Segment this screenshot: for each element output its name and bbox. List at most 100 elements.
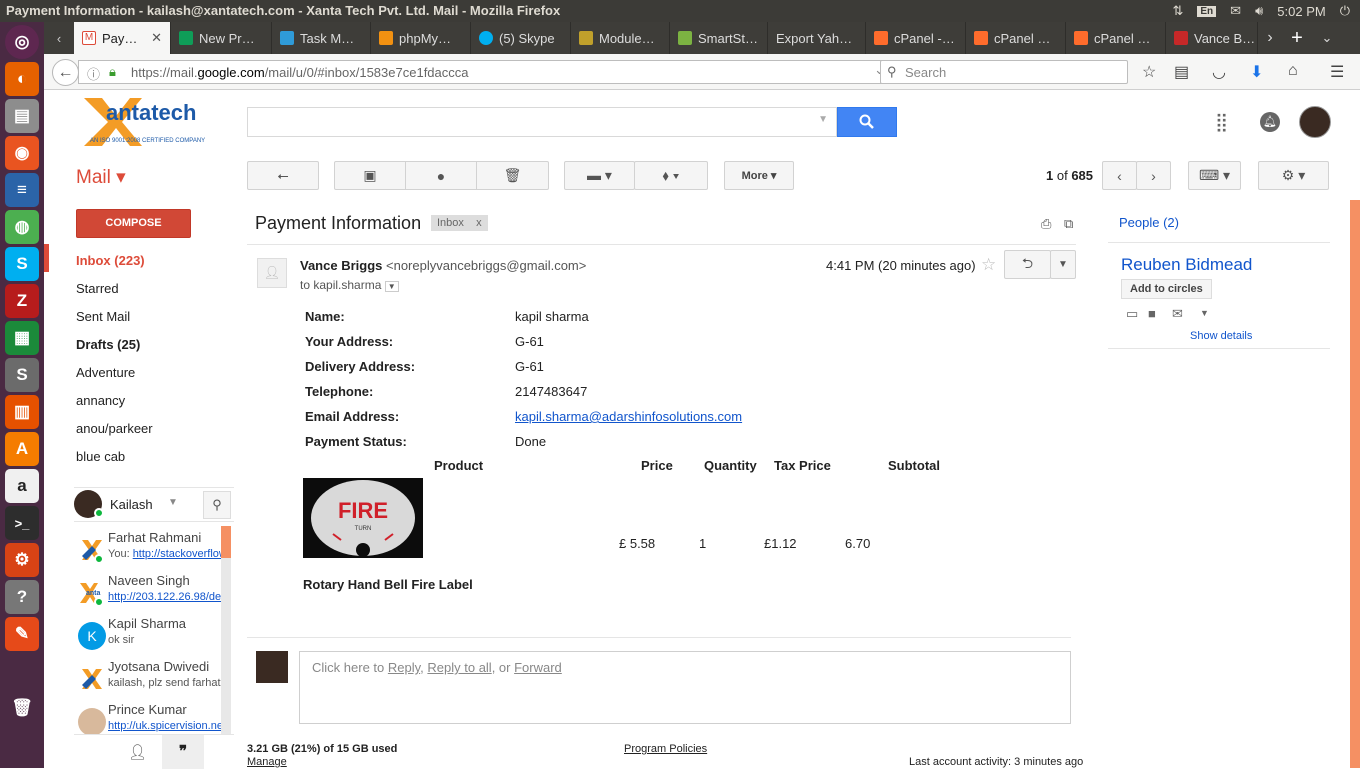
tab-scroll-right-icon[interactable]: › — [1258, 29, 1282, 47]
older-button[interactable]: › — [1136, 161, 1171, 190]
software-center-icon[interactable]: A — [5, 432, 39, 466]
person-icon[interactable]: 👤︎ — [128, 743, 147, 761]
menu-icon[interactable]: ☰ — [1330, 62, 1344, 82]
info-icon[interactable]: ⓘ — [87, 64, 100, 83]
more-actions-button[interactable]: ▼ — [1050, 250, 1076, 279]
browser-tab[interactable]: (5) Skype — [471, 22, 571, 54]
chrome-icon[interactable]: ◍ — [5, 210, 39, 244]
inbox-label-chip[interactable]: Inbox x — [431, 215, 488, 231]
keyboard-layout-indicator[interactable]: En — [1197, 5, 1217, 17]
account-avatar[interactable] — [1299, 106, 1331, 138]
browser-tab[interactable]: New Pr… — [171, 22, 272, 54]
chevron-down-icon[interactable]: ▼ — [1200, 308, 1209, 318]
forward-link[interactable]: Forward — [514, 660, 562, 675]
nav-item-blue-cab[interactable]: blue cab — [76, 449, 125, 464]
add-to-circles-button[interactable]: Add to circles — [1121, 279, 1212, 299]
mail-menu[interactable]: Mail ▾ — [76, 166, 126, 189]
browser-tab[interactable]: cPanel … — [1066, 22, 1166, 54]
terminal-icon[interactable]: >_ — [5, 506, 39, 540]
mail-icon[interactable]: ✉ — [1230, 3, 1241, 19]
sort-icon[interactable]: ⇅ — [1172, 3, 1183, 19]
chat-icon[interactable]: ▭ — [1126, 306, 1138, 322]
browser-tab[interactable]: Export Yah… — [768, 22, 866, 54]
nav-item-adventure[interactable]: Adventure — [76, 365, 135, 380]
print-icon[interactable]: ⎙ — [1041, 216, 1051, 232]
tab-list-icon[interactable]: ⌄ — [1312, 30, 1342, 46]
skype-icon[interactable]: S — [5, 247, 39, 281]
notifications-icon[interactable]: 🔔︎ — [1260, 112, 1280, 132]
browser-search-field[interactable]: ⚲ Search — [880, 60, 1128, 84]
chat-message-link[interactable]: http://stackoverflow — [133, 548, 223, 560]
email-link[interactable]: kapil.sharma@adarshinfosolutions.com — [515, 409, 742, 424]
download-icon[interactable]: ⬇ — [1250, 62, 1263, 82]
browser-tab[interactable]: phpMy… — [371, 22, 471, 54]
browser-tab[interactable]: Task M… — [272, 22, 371, 54]
manage-storage-link[interactable]: Manage — [247, 756, 287, 768]
archive-button[interactable]: ▣ — [334, 161, 406, 190]
gmail-search-button[interactable] — [837, 107, 897, 137]
delete-button[interactable]: 🗑︎ — [476, 161, 549, 190]
sender-name[interactable]: Vance Briggs — [300, 258, 382, 273]
settings-icon[interactable]: ⚙ — [5, 543, 39, 577]
reading-list-icon[interactable]: ▤ — [1174, 62, 1189, 82]
ubuntu-dash-icon[interactable]: ◎ — [5, 25, 39, 59]
email-icon[interactable]: ✉ — [1172, 306, 1183, 322]
chat-message-link[interactable]: http://203.122.26.98/dev — [108, 591, 223, 603]
nav-item-annancy[interactable]: annancy — [76, 393, 125, 408]
power-icon[interactable]: ⏻ — [1340, 3, 1350, 19]
input-tools-button[interactable]: ⌨ ▾ — [1188, 161, 1241, 190]
home-icon[interactable]: ⌂ — [1288, 62, 1298, 80]
nav-item-inbox[interactable]: Inbox (223) — [76, 253, 145, 268]
move-to-button[interactable]: ▬ ▾ — [564, 161, 635, 190]
browser-tab-active[interactable]: M Pay… ✕ — [74, 22, 171, 54]
report-spam-button[interactable]: ● — [405, 161, 477, 190]
browser-tab[interactable]: cPanel … — [966, 22, 1066, 54]
filezilla-icon[interactable]: Z — [5, 284, 39, 318]
impress-icon[interactable]: ▥ — [5, 395, 39, 429]
pocket-icon[interactable]: ◡ — [1212, 62, 1226, 82]
show-details-link[interactable]: Show details — [1190, 330, 1252, 342]
calc-icon[interactable]: ▦ — [5, 321, 39, 355]
remove-label-icon[interactable]: x — [476, 217, 482, 229]
compose-button[interactable]: COMPOSE — [76, 209, 191, 238]
nav-item-anou-parkeer[interactable]: anou/parkeer — [76, 421, 153, 436]
new-tab-icon[interactable]: + — [1282, 27, 1312, 50]
more-button[interactable]: More ▾ — [724, 161, 794, 190]
close-tab-icon[interactable]: ✕ — [151, 30, 162, 46]
reply-box[interactable]: Click here to Reply, Reply to all, or Fo… — [299, 651, 1071, 724]
apps-grid-icon[interactable]: ⣿ — [1215, 112, 1228, 133]
chat-scrollbar[interactable] — [221, 526, 231, 741]
chat-user-name[interactable]: Kailash — [110, 497, 153, 512]
people-header[interactable]: People (2) — [1119, 215, 1179, 230]
newer-button[interactable]: ‹ — [1102, 161, 1137, 190]
chat-search-button[interactable]: ⚲ — [203, 491, 231, 519]
back-button[interactable]: ← — [52, 59, 79, 86]
browser-tab[interactable]: Module… — [571, 22, 670, 54]
show-details-icon[interactable]: ▼ — [384, 281, 399, 292]
new-window-icon[interactable]: ⧉ — [1064, 216, 1073, 232]
chat-scroll-thumb[interactable] — [221, 526, 231, 558]
sublime-icon[interactable]: S — [5, 358, 39, 392]
browser-tab[interactable]: Vance B… — [1166, 22, 1258, 54]
labels-button[interactable]: ⬧ ▾ — [634, 161, 708, 190]
url-bar[interactable]: ⓘ 🔒︎ https://mail.google.com/mail/u/0/#i… — [78, 60, 916, 84]
video-icon[interactable]: ■ — [1148, 306, 1156, 321]
browser-tab[interactable]: SmartSt… — [670, 22, 768, 54]
settings-button[interactable]: ⚙ ▾ — [1258, 161, 1329, 190]
firefox-alt-icon[interactable]: ◐ — [5, 62, 39, 96]
writer-icon[interactable]: ≡ — [5, 173, 39, 207]
bookmark-star-icon[interactable]: ☆ — [1142, 62, 1156, 82]
tools-icon[interactable]: ✎ — [5, 617, 39, 651]
nav-item-drafts[interactable]: Drafts (25) — [76, 337, 140, 352]
clock[interactable]: 5:02 PM — [1277, 4, 1325, 19]
tab-scroll-left-icon[interactable]: ‹ — [44, 31, 74, 46]
hangouts-icon[interactable]: ❞ — [162, 735, 204, 769]
reply-link[interactable]: Reply — [388, 660, 420, 675]
trash-icon[interactable]: 🗑︎ — [5, 691, 39, 725]
reply-button[interactable]: ⮌ — [1004, 250, 1051, 279]
search-options-icon[interactable]: ▼ — [818, 114, 828, 125]
files-icon[interactable]: ▤ — [5, 99, 39, 133]
status-dropdown-icon[interactable]: ▼ — [168, 497, 178, 508]
firefox-icon[interactable]: ◉ — [5, 136, 39, 170]
program-policies-link[interactable]: Program Policies — [624, 743, 707, 755]
